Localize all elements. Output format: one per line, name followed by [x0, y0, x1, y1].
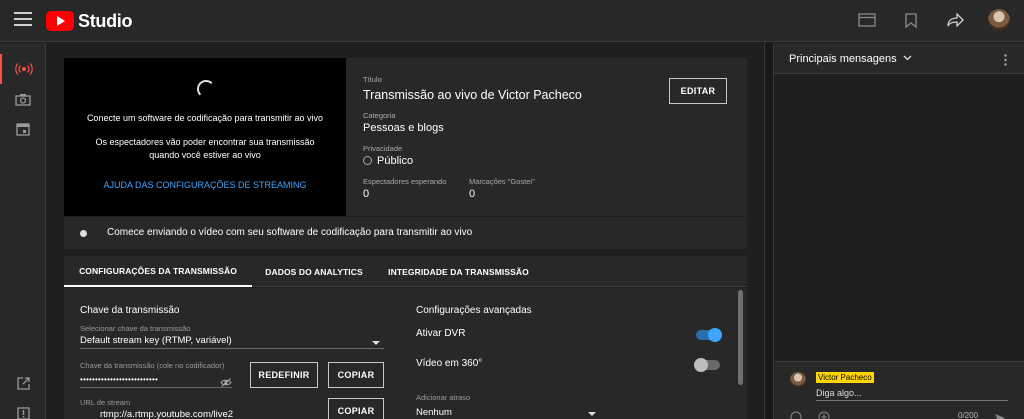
chat-author-name: Victor Pacheco: [816, 372, 874, 383]
calendar-icon[interactable]: [0, 114, 46, 144]
preview-submessage-line2: quando você estiver ao vivo: [149, 150, 261, 160]
dvr-toggle[interactable]: [696, 328, 722, 342]
likes-label: Marcações "Gostei": [469, 177, 535, 186]
copy-key-button[interactable]: COPIAR: [328, 362, 384, 388]
likes-value: 0: [469, 188, 476, 200]
logo-text: Studio: [78, 10, 133, 31]
panel-scrollbar[interactable]: [738, 290, 743, 385]
stream-key-field[interactable]: ••••••••••••••••••••••••••: [80, 375, 158, 384]
menu-icon[interactable]: [14, 12, 32, 28]
share-icon[interactable]: [944, 9, 966, 31]
stream-key-select[interactable]: Default stream key (RTMP, variável): [80, 335, 232, 346]
video-360-toggle-knob: [694, 358, 708, 372]
emoji-icon[interactable]: [790, 410, 802, 419]
youtube-logo-icon: [46, 11, 74, 31]
chat-input-underline: [816, 400, 1008, 401]
key-underline: [80, 387, 232, 388]
send-icon[interactable]: [994, 410, 1006, 419]
tab-stream-health[interactable]: INTEGRIDADE DA TRANSMISSÃO: [379, 256, 538, 287]
studio-logo[interactable]: Studio: [46, 10, 132, 32]
globe-icon: [363, 156, 372, 165]
privacy-label: Privacidade: [363, 144, 403, 153]
dvr-label: Ativar DVR: [416, 328, 466, 339]
bookmark-icon[interactable]: [900, 9, 922, 31]
top-bar: Studio: [0, 0, 1024, 42]
loading-spinner-icon: [197, 80, 215, 98]
chevron-down-icon: [903, 55, 912, 61]
settings-panel: Chave da transmissão Selecionar chave da…: [64, 288, 747, 419]
video-360-label: Vídeo em 360°: [416, 358, 483, 369]
main-content: Conecte um software de codificação para …: [47, 43, 764, 419]
stream-title: Transmissão ao vivo de Victor Pacheco: [363, 88, 582, 102]
preview-submessage-line1: Os espectadores vão poder encontrar sua …: [95, 137, 315, 147]
external-link-icon[interactable]: [0, 368, 46, 398]
stream-info: Título Transmissão ao vivo de Victor Pac…: [363, 58, 743, 216]
delay-chevron-down-icon[interactable]: [588, 412, 596, 416]
stream-preview: Conecte um software de codificação para …: [64, 58, 346, 216]
dvr-toggle-knob: [708, 328, 722, 342]
account-avatar[interactable]: [988, 9, 1010, 31]
status-text: Comece enviando o vídeo com seu software…: [107, 227, 473, 238]
stream-key-label: Chave da transmissão (cole no codificado…: [80, 361, 225, 370]
privacy-value: Público: [363, 155, 413, 167]
chat-header: Principais mensagens: [774, 43, 1024, 74]
live-stream-icon[interactable]: [0, 54, 46, 84]
settings-tabs: CONFIGURAÇÕES DA TRANSMISSÃO DADOS DO AN…: [64, 256, 747, 287]
video-360-toggle[interactable]: [694, 358, 720, 372]
page-scrollbar[interactable]: [764, 43, 774, 419]
live-chat: Principais mensagens Victor Pacheco Diga…: [774, 43, 1024, 419]
chat-avatar: [790, 372, 806, 388]
eye-off-icon[interactable]: [220, 374, 232, 392]
preview-submessage: Os espectadores vão poder encontrar sua …: [64, 136, 346, 162]
stream-url-field[interactable]: rtmp://a.rtmp.youtube.com/live2: [100, 409, 233, 419]
tab-analytics[interactable]: DADOS DO ANALYTICS: [252, 256, 376, 287]
left-nav: [0, 43, 46, 419]
preview-message: Conecte um software de codificação para …: [86, 113, 324, 123]
stream-status: Comece enviando o vídeo com seu software…: [64, 216, 747, 249]
copy-url-button[interactable]: COPIAR: [328, 398, 384, 419]
delay-label: Adicionar atraso: [416, 393, 471, 402]
category-value: Pessoas e blogs: [363, 122, 444, 134]
edit-button[interactable]: EDITAR: [669, 78, 727, 104]
status-dot-icon: [80, 230, 87, 237]
chat-input-area: Victor Pacheco Diga algo... 0/200: [774, 361, 1024, 419]
waiting-viewers-label: Espectadores esperando: [363, 177, 447, 186]
advanced-settings-title: Configurações avançadas: [416, 305, 532, 316]
category-label: Categoria: [363, 111, 396, 120]
chat-title: Principais mensagens: [789, 53, 897, 65]
chevron-down-icon[interactable]: [372, 341, 380, 345]
waiting-viewers-value: 0: [363, 188, 370, 200]
chat-char-counter: 0/200: [958, 411, 979, 419]
privacy-text: Público: [377, 155, 414, 167]
chat-input[interactable]: Diga algo...: [816, 388, 862, 398]
alert-icon[interactable]: [0, 398, 46, 419]
title-label: Título: [363, 75, 382, 84]
more-options-icon[interactable]: [1004, 53, 1007, 71]
delay-select[interactable]: Nenhum: [416, 407, 452, 418]
clapperboard-icon[interactable]: [856, 9, 878, 31]
stream-card: Conecte um software de codificação para …: [64, 58, 747, 249]
reset-key-button[interactable]: REDEFINIR: [250, 362, 318, 388]
stream-key-select-label: Selecionar chave da transmissão: [80, 324, 191, 333]
add-icon[interactable]: [818, 410, 830, 419]
chat-mode-dropdown[interactable]: Principais mensagens: [789, 53, 912, 65]
tab-stream-settings[interactable]: CONFIGURAÇÕES DA TRANSMISSÃO: [64, 256, 252, 287]
stream-key-title: Chave da transmissão: [80, 305, 180, 316]
stream-url-label: URL de stream: [80, 398, 131, 407]
streaming-help-link[interactable]: AJUDA DAS CONFIGURAÇÕES DE STREAMING: [64, 180, 346, 190]
select-underline: [80, 348, 384, 349]
camera-icon[interactable]: [0, 84, 46, 114]
